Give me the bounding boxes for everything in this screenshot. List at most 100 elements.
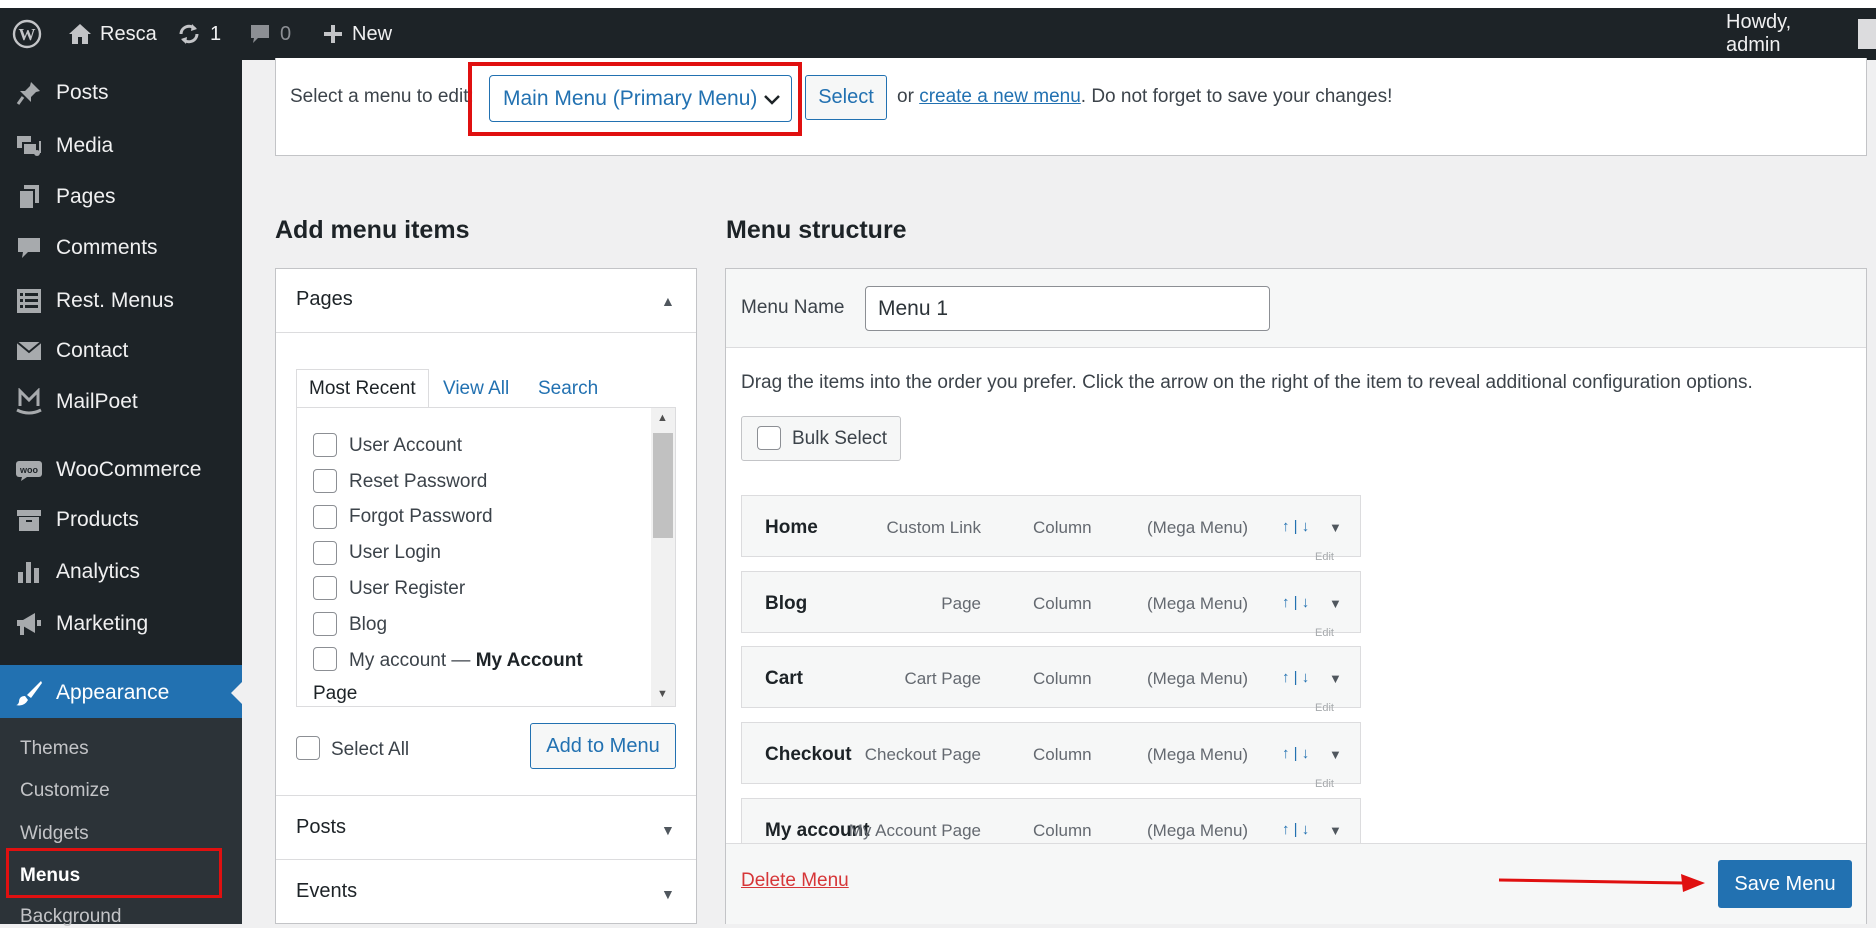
menu-item-column: Column xyxy=(1033,518,1092,537)
pages-icon xyxy=(15,183,43,211)
bulk-select-label: Bulk Select xyxy=(792,428,888,449)
caret-down-icon[interactable]: ▼ xyxy=(661,886,675,902)
sidebar-item-label: Appearance xyxy=(56,681,170,704)
list-icon xyxy=(15,287,43,315)
menu-name-label: Menu Name xyxy=(741,297,845,318)
scrollbar-thumb[interactable] xyxy=(653,433,673,538)
sidebar-item-contact[interactable]: Contact xyxy=(0,328,242,374)
pages-accordion-title[interactable]: Pages xyxy=(296,288,353,311)
tab-search[interactable]: Search xyxy=(526,369,610,409)
mailpoet-icon xyxy=(15,388,43,416)
menu-item-type: Custom Link xyxy=(886,518,981,537)
divider xyxy=(276,859,696,860)
sidebar-item-woocommerce[interactable]: woo WooCommerce xyxy=(0,447,242,493)
menu-item-title: Blog xyxy=(765,593,808,614)
svg-text:woo: woo xyxy=(19,465,38,475)
menu-item-type: Cart Page xyxy=(904,669,981,688)
sidebar-item-rest-menus[interactable]: Rest. Menus xyxy=(0,278,242,324)
menu-name-input[interactable] xyxy=(865,286,1270,331)
menus-highlight-box xyxy=(6,848,222,898)
updates-count: 1 xyxy=(210,22,222,45)
page-label: Forgot Password xyxy=(349,506,493,527)
scroll-down-icon[interactable]: ▼ xyxy=(657,688,668,700)
new-label: New xyxy=(352,22,393,45)
sidebar-item-label: Marketing xyxy=(56,612,149,635)
checkbox-user-register[interactable] xyxy=(313,576,337,600)
menu-item-title: Checkout xyxy=(765,744,852,765)
scroll-up-icon[interactable]: ▲ xyxy=(657,412,668,424)
sidebar-item-label: Contact xyxy=(56,339,129,362)
expand-arrow-icon[interactable]: ▼ xyxy=(1329,596,1342,611)
wordpress-logo-icon[interactable]: W xyxy=(12,8,42,60)
submenu-customize[interactable]: Customize xyxy=(20,780,110,802)
sidebar-item-posts[interactable]: Posts xyxy=(0,70,242,116)
sidebar-item-label: Analytics xyxy=(56,560,141,583)
my-account-bold: My Account xyxy=(475,650,583,671)
submenu-themes[interactable]: Themes xyxy=(20,738,89,760)
menu-item-mega: (Mega Menu) xyxy=(1147,745,1249,764)
checkbox-user-login[interactable] xyxy=(313,541,337,565)
sidebar-item-marketing[interactable]: Marketing xyxy=(0,601,242,647)
menu-item-type: Page xyxy=(941,594,981,613)
expand-arrow-icon[interactable]: ▼ xyxy=(1329,823,1342,838)
move-arrows[interactable]: ↑ | ↓ xyxy=(1282,745,1309,762)
sidebar-item-analytics[interactable]: Analytics xyxy=(0,549,242,595)
or-text: or xyxy=(897,86,914,107)
add-to-menu-button[interactable]: Add to Menu xyxy=(530,723,676,769)
bulk-select-checkbox[interactable] xyxy=(757,426,781,450)
submenu-background[interactable]: Background xyxy=(20,906,121,928)
sidebar-item-media[interactable]: Media xyxy=(0,123,242,169)
pushpin-icon xyxy=(15,79,43,107)
site-name-link[interactable]: Resca xyxy=(68,8,157,60)
drag-instructions: Drag the items into the order you prefer… xyxy=(741,372,1753,393)
menu-item-column: Column xyxy=(1033,821,1092,840)
checkbox-my-account[interactable] xyxy=(313,647,337,671)
checkbox-blog[interactable] xyxy=(313,612,337,636)
checkbox-reset-password[interactable] xyxy=(313,469,337,493)
checkbox-user-account[interactable] xyxy=(313,433,337,457)
select-all-checkbox[interactable] xyxy=(296,736,320,760)
sidebar-item-comments[interactable]: Comments xyxy=(0,225,242,271)
sidebar-item-label: WooCommerce xyxy=(56,458,202,481)
save-menu-button[interactable]: Save Menu xyxy=(1718,860,1852,908)
select-button[interactable]: Select xyxy=(805,75,887,120)
tab-most-recent[interactable]: Most Recent xyxy=(296,369,429,409)
caret-up-icon[interactable]: ▲ xyxy=(661,293,675,309)
move-arrows[interactable]: ↑ | ↓ xyxy=(1282,821,1309,838)
media-icon xyxy=(15,132,43,160)
envelope-icon xyxy=(15,337,43,365)
site-name: Resca xyxy=(100,22,157,45)
checkbox-forgot-password[interactable] xyxy=(313,505,337,529)
sidebar-item-pages[interactable]: Pages xyxy=(0,174,242,220)
expand-arrow-icon[interactable]: ▼ xyxy=(1329,671,1342,686)
bar-chart-icon xyxy=(15,558,43,586)
new-content-link[interactable]: New xyxy=(322,8,392,60)
divider xyxy=(276,795,696,796)
edit-text: Edit xyxy=(1315,627,1334,639)
comments-link[interactable]: 0 xyxy=(248,8,291,60)
posts-accordion-title[interactable]: Posts xyxy=(296,816,346,839)
my-account-link[interactable]: Howdy, admin xyxy=(1726,8,1876,60)
move-arrows[interactable]: ↑ | ↓ xyxy=(1282,594,1309,611)
tab-view-all[interactable]: View All xyxy=(431,369,521,409)
sidebar-item-appearance[interactable]: Appearance xyxy=(0,665,242,721)
caret-down-icon[interactable]: ▼ xyxy=(661,822,675,838)
menu-item-mega: (Mega Menu) xyxy=(1147,594,1249,613)
comments-count: 0 xyxy=(280,22,292,45)
submenu-widgets[interactable]: Widgets xyxy=(20,823,89,845)
events-accordion-title[interactable]: Events xyxy=(296,880,357,903)
comment-bubble-icon xyxy=(251,25,269,43)
sidebar-item-mailpoet[interactable]: MailPoet xyxy=(0,379,242,425)
expand-arrow-icon[interactable]: ▼ xyxy=(1329,520,1342,535)
page-label: User Login xyxy=(349,542,441,563)
move-arrows[interactable]: ↑ | ↓ xyxy=(1282,669,1309,686)
select-menu-label: Select a menu to edit: xyxy=(290,86,474,107)
expand-arrow-icon[interactable]: ▼ xyxy=(1329,747,1342,762)
delete-menu-link[interactable]: Delete Menu xyxy=(741,870,849,892)
updates-link[interactable]: 1 xyxy=(176,8,221,60)
brush-icon xyxy=(15,679,43,707)
move-arrows[interactable]: ↑ | ↓ xyxy=(1282,518,1309,535)
sidebar-item-products[interactable]: Products xyxy=(0,497,242,543)
create-new-menu-link[interactable]: create a new menu xyxy=(919,86,1081,107)
divider xyxy=(276,332,696,333)
